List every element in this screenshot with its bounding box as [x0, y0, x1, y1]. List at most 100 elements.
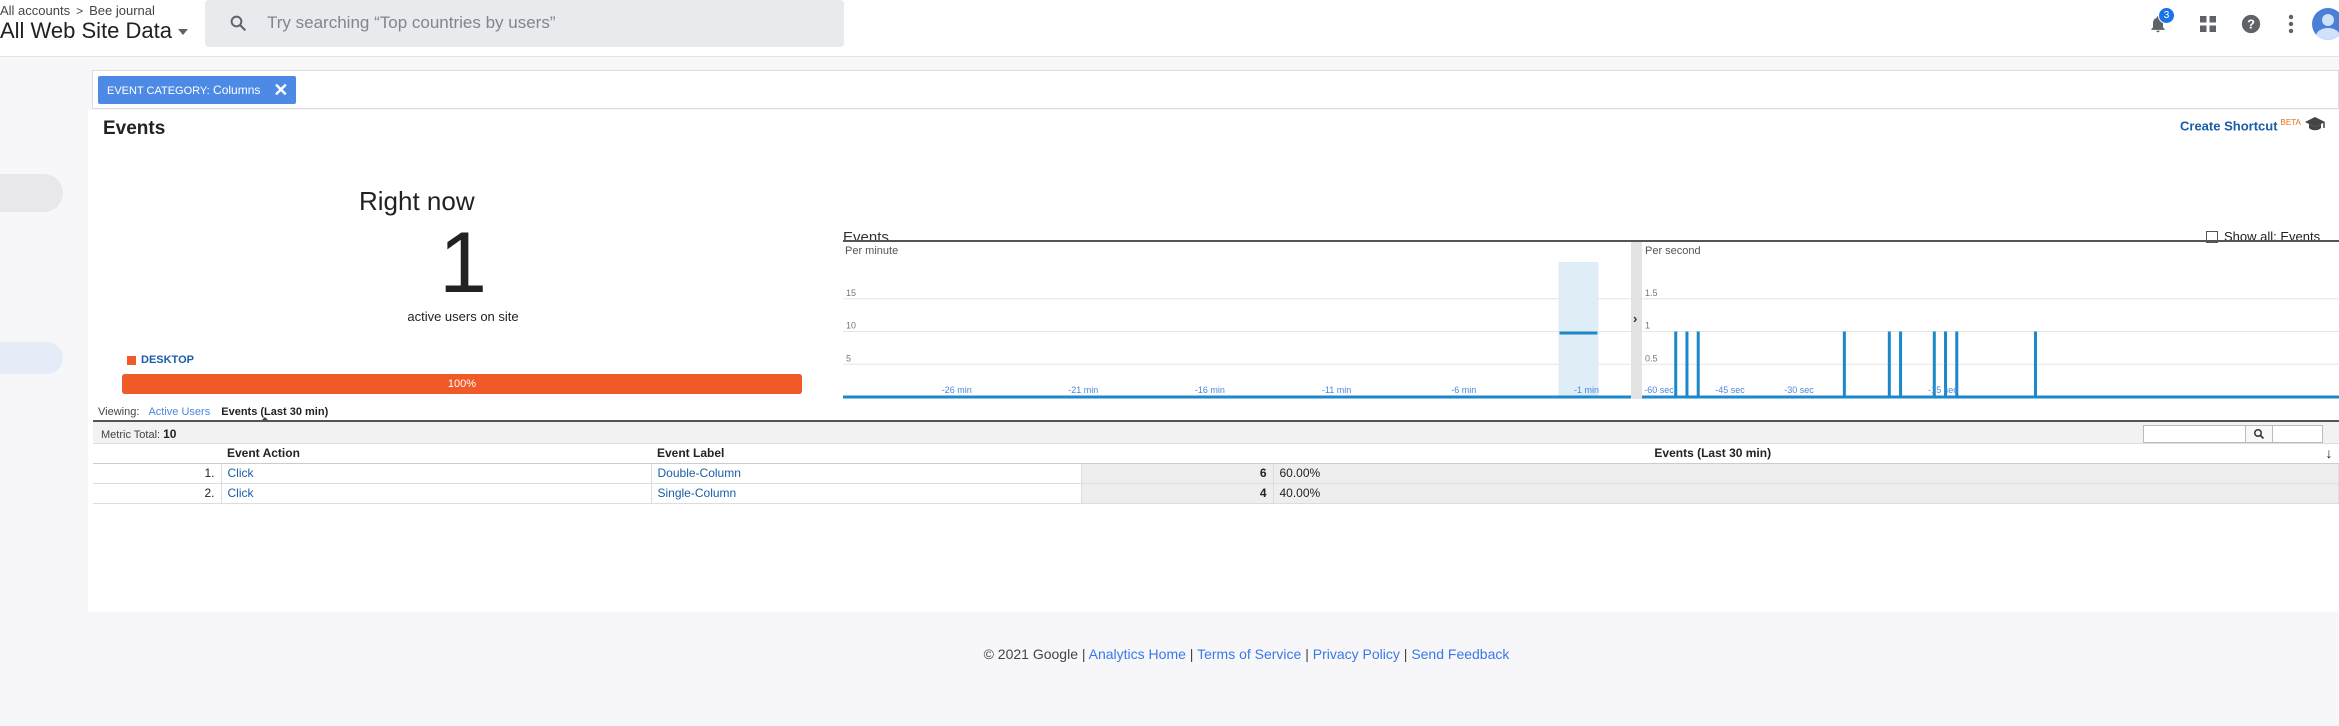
- create-shortcut-link[interactable]: Create Shortcut BETA: [2180, 118, 2301, 133]
- per-minute-y-tick: 5: [846, 353, 851, 363]
- per-second-x-tick: -30 sec: [1784, 385, 1814, 395]
- per-second-bar[interactable]: [1887, 331, 1891, 398]
- apps-button[interactable]: [2194, 10, 2222, 38]
- per-second-bar[interactable]: [1674, 331, 1678, 398]
- event-count: 6: [1081, 463, 1274, 484]
- per-second-bar[interactable]: [1696, 331, 1700, 398]
- metric-total-row: Metric Total: 10: [93, 420, 2339, 444]
- search-bar[interactable]: [205, 0, 844, 47]
- property-name: All Web Site Data: [0, 18, 173, 43]
- help-icon: ?: [2241, 14, 2261, 34]
- breadcrumb[interactable]: All accounts > Bee journal: [0, 3, 155, 18]
- footer-link-feedback[interactable]: Send Feedback: [1411, 646, 1509, 662]
- tab-active-users[interactable]: Active Users: [148, 406, 210, 418]
- row-index: 2.: [93, 483, 222, 504]
- per-second-chart: 1.5 1 0.5 -60 sec -45 sec -30 sec -15 sec: [1642, 288, 2339, 399]
- viewing-toggle: Viewing: Active Users Events (Last 30 mi…: [98, 406, 328, 418]
- sort-arrow-icon[interactable]: ↓: [2326, 445, 2333, 461]
- per-second-bar[interactable]: [2033, 331, 2037, 398]
- metric-total-label: Metric Total: 10: [101, 427, 176, 441]
- table-search-input[interactable]: [2143, 425, 2323, 443]
- property-selector[interactable]: All Web Site Data: [0, 18, 189, 44]
- event-label-link[interactable]: Double-Column: [651, 463, 1082, 484]
- device-name: DESKTOP: [141, 354, 194, 366]
- per-minute-bar[interactable]: [1559, 331, 1598, 335]
- desktop-swatch: [127, 355, 136, 365]
- expand-chevron-icon[interactable]: ›: [1633, 311, 1637, 326]
- close-icon[interactable]: ✕: [273, 76, 288, 104]
- metric-total-value: 10: [163, 427, 177, 441]
- graduation-cap-icon[interactable]: [2304, 116, 2326, 137]
- svg-text:?: ?: [2247, 17, 2255, 32]
- avatar-body: [2316, 28, 2339, 40]
- per-minute-x-tick: -11 min: [1322, 385, 1351, 395]
- search-icon: [2254, 429, 2265, 440]
- breadcrumb-account[interactable]: Bee journal: [89, 3, 155, 18]
- metric-total-text: Metric Total:: [101, 429, 161, 441]
- per-second-x-tick: -15 sec: [1928, 385, 1958, 395]
- per-second-bar[interactable]: [1685, 331, 1689, 398]
- sidebar-item[interactable]: [0, 174, 63, 212]
- per-minute-chart: 15 10 5 -26 min -21 min -16 min -11 min -6 min -…: [843, 262, 1631, 399]
- create-shortcut-label: Create Shortcut: [2180, 118, 2278, 134]
- top-app-bar: All accounts > Bee journal All Web Site Da…: [0, 0, 2339, 57]
- account-avatar[interactable]: [2312, 8, 2339, 40]
- col-event-label[interactable]: Event Label: [651, 444, 1081, 464]
- per-minute-x-tick: -1 min: [1574, 385, 1599, 395]
- notifications-button[interactable]: 3: [2144, 7, 2175, 38]
- per-second-y-tick: 1.5: [1645, 288, 1658, 298]
- more-options-button[interactable]: [2277, 10, 2305, 38]
- chevron-right-icon: >: [76, 4, 84, 18]
- per-second-bar[interactable]: [1899, 331, 1903, 398]
- page-title: Events: [103, 118, 166, 139]
- row-index: 1.: [93, 463, 222, 484]
- table-row: 1. Click Double-Column 6 60.00%: [93, 463, 2339, 484]
- event-percent: 60.00%: [1273, 463, 2339, 484]
- footer-link-terms[interactable]: Terms of Service: [1197, 646, 1301, 662]
- event-percent: 40.00%: [1273, 483, 2339, 504]
- per-second-y-tick: 0.5: [1645, 353, 1658, 363]
- report-panel: Events Create Shortcut BETA Right now 1 a…: [88, 110, 2339, 612]
- col-events-label: Events (Last 30 min): [1654, 446, 1772, 461]
- viewing-label: Viewing:: [98, 406, 140, 418]
- per-minute-x-tick: -6 min: [1451, 385, 1476, 395]
- filter-chip[interactable]: EVENT CATEGORY: Columns ✕: [98, 76, 297, 104]
- per-minute-y-tick: 10: [846, 321, 856, 331]
- avatar-head: [2322, 14, 2334, 26]
- per-minute-y-tick: 15: [846, 288, 856, 298]
- col-event-action[interactable]: Event Action: [221, 444, 651, 464]
- per-minute-x-tick: -21 min: [1068, 385, 1098, 395]
- help-button[interactable]: ?: [2237, 10, 2265, 38]
- caret-down-icon: [178, 29, 189, 36]
- search-input[interactable]: [267, 10, 827, 36]
- index-header: [93, 444, 221, 464]
- apps-grid-icon: [2200, 16, 2216, 32]
- footer-link-privacy[interactable]: Privacy Policy: [1313, 646, 1400, 662]
- events-chart: 15 10 5 -26 min -21 min -16 min -11 min -6 min -…: [843, 240, 2339, 399]
- breadcrumb-accounts[interactable]: All accounts: [0, 3, 70, 18]
- active-users-label: active users on site: [407, 309, 519, 324]
- event-action-link[interactable]: Click: [221, 463, 652, 484]
- event-label-link[interactable]: Single-Column: [651, 483, 1082, 504]
- per-second-x-tick: -45 sec: [1715, 385, 1745, 395]
- search-icon: [229, 14, 247, 37]
- filter-value: Columns: [213, 83, 261, 97]
- more-vert-icon: [2288, 14, 2294, 34]
- per-minute-highlight: [1558, 262, 1599, 397]
- table-row: 2. Click Single-Column 4 40.00%: [93, 483, 2339, 504]
- device-legend: DESKTOP: [127, 354, 194, 366]
- device-share-bar: 100%: [122, 374, 802, 394]
- footer-link-analytics-home[interactable]: Analytics Home: [1089, 646, 1186, 662]
- per-second-y-tick: 1: [1645, 321, 1650, 331]
- event-action-link[interactable]: Click: [221, 483, 652, 504]
- col-events[interactable]: Events (Last 30 min) ↓: [1081, 444, 2339, 464]
- filter-key: EVENT CATEGORY:: [107, 85, 210, 97]
- per-minute-label: Per minute: [845, 245, 898, 257]
- per-second-bar[interactable]: [1842, 331, 1846, 398]
- events-table: Event Action Event Label Events (Last 30…: [93, 444, 2339, 504]
- device-share-percent: 100%: [447, 378, 477, 390]
- table-search-button[interactable]: [2245, 425, 2273, 443]
- per-second-label: Per second: [1645, 245, 1701, 257]
- sidebar-item-active[interactable]: [0, 342, 63, 374]
- tab-events[interactable]: Events (Last 30 min): [221, 406, 328, 418]
